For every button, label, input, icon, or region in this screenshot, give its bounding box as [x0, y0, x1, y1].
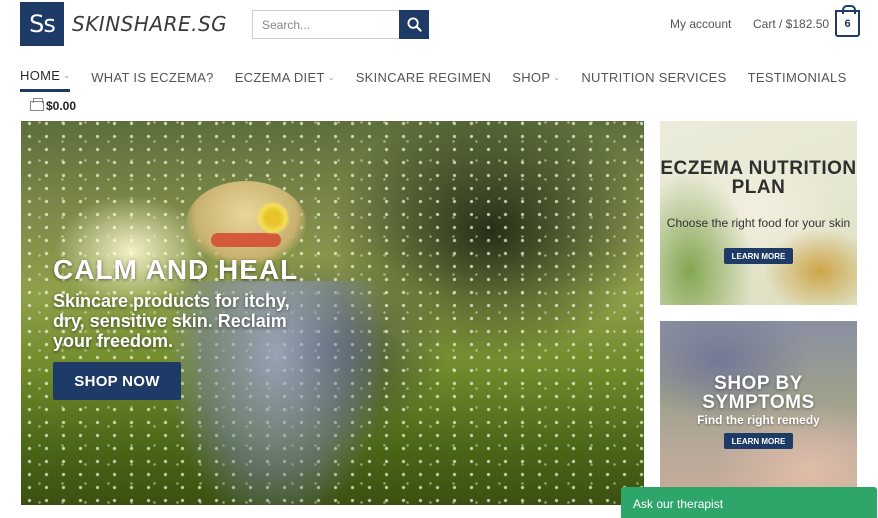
nav-item-nutrition-services[interactable]: NUTRITION SERVICES	[581, 68, 726, 92]
banner-title: SHOP BY SYMPTOMS	[702, 373, 815, 413]
nav-item-label: ECZEMA DIET	[234, 69, 325, 85]
learn-more-button[interactable]: LEARN MORE	[724, 248, 793, 264]
search-input[interactable]	[252, 10, 399, 39]
chevron-down-icon: ⌄	[553, 72, 561, 82]
shop-by-symptoms-banner[interactable]: SHOP BY SYMPTOMS Find the right remedy L…	[660, 321, 857, 505]
mini-cart[interactable]: $0.00	[30, 98, 77, 113]
nav-item-skincare-regimen[interactable]: SKINCARE REGIMEN	[356, 68, 492, 92]
nutrition-plan-banner[interactable]: ECZEMA NUTRITION PLAN Choose the right f…	[660, 121, 857, 305]
hero-banner[interactable]: CALM AND HEAL Skincare products for itch…	[21, 121, 644, 505]
search-icon	[406, 17, 422, 32]
chevron-down-icon: ⌄	[327, 72, 335, 82]
hero-subtitle: Skincare products for itchy, dry, sensit…	[53, 291, 290, 351]
nav-item-label: NUTRITION SERVICES	[581, 69, 727, 85]
main-nav: HOME ⌄ WHAT IS ECZEMA? ECZEMA DIET ⌄ SKINC…	[20, 68, 868, 92]
cart-icon[interactable]: 6	[835, 5, 860, 37]
bag-icon	[30, 98, 44, 111]
cart-link[interactable]: Cart / $182.50	[753, 17, 829, 31]
cart-count: 6	[844, 17, 851, 30]
nav-item-home[interactable]: HOME ⌄	[20, 68, 71, 92]
nav-item-label: SKINCARE REGIMEN	[355, 69, 492, 85]
hero-ribbon	[211, 233, 281, 247]
ask-therapist-chat-button[interactable]: Ask our therapist	[621, 487, 877, 518]
my-account-link[interactable]: My account	[670, 17, 731, 31]
nav-item-eczema-diet[interactable]: ECZEMA DIET ⌄	[235, 68, 335, 92]
nav-item-what-is-eczema[interactable]: WHAT IS ECZEMA?	[91, 68, 213, 92]
site-logo[interactable]: Ss SKINSHARE.SG	[20, 2, 227, 46]
nav-item-label: SHOP	[512, 69, 551, 85]
nav-item-label: HOME	[20, 68, 61, 83]
banner-title: ECZEMA NUTRITION PLAN	[660, 158, 857, 198]
nav-item-shop[interactable]: SHOP ⌄	[512, 68, 560, 92]
search-button[interactable]	[399, 10, 429, 39]
nav-item-testimonials[interactable]: TESTIMONIALS	[748, 68, 847, 92]
banner-subtitle: Choose the right food for your skin	[666, 216, 851, 230]
nav-item-label: TESTIMONIALS	[747, 69, 847, 85]
mini-cart-total: $0.00	[46, 99, 77, 113]
hero-title: CALM AND HEAL	[53, 254, 299, 285]
learn-more-button[interactable]: LEARN MORE	[724, 433, 793, 449]
chevron-down-icon: ⌄	[63, 71, 71, 80]
hero-flower	[256, 201, 290, 235]
logo-text: SKINSHARE.SG	[72, 12, 228, 36]
page: Ss SKINSHARE.SG My account Cart / $182.5…	[0, 0, 878, 518]
shop-now-button[interactable]: SHOP NOW	[53, 362, 181, 400]
nav-item-label: WHAT IS ECZEMA?	[91, 69, 214, 85]
logo-mark: Ss	[20, 2, 64, 46]
search-bar	[252, 10, 429, 39]
banner-subtitle: Find the right remedy	[697, 413, 820, 427]
